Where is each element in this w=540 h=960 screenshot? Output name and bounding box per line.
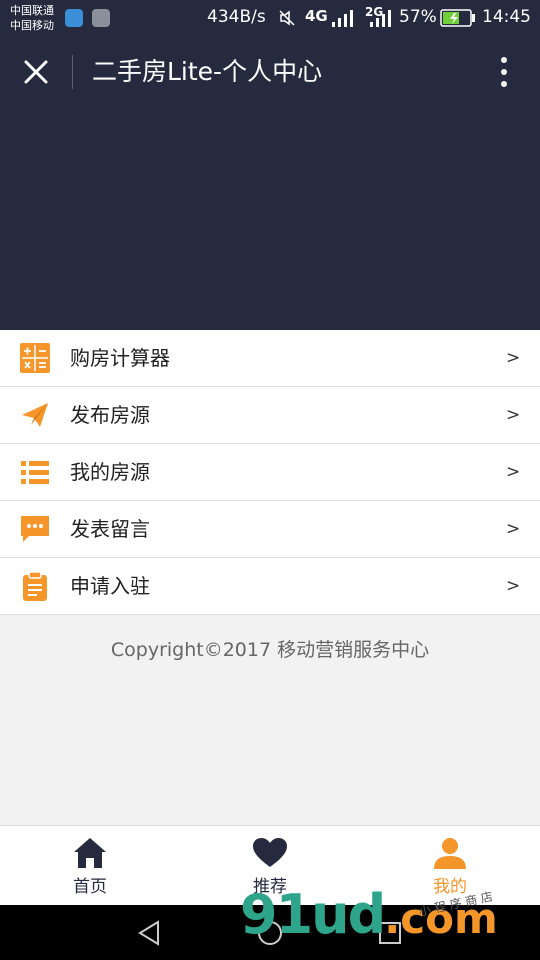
menu-item-label: 发布房源 [70, 403, 150, 427]
status-bar: 中国联通 中国移动 434B/s 4G 2G 57% 14:45 [0, 0, 540, 36]
menu-item-label: 申请入驻 [70, 574, 150, 598]
menu-item-apply-join[interactable]: 申请入驻 > [0, 558, 540, 615]
tab-home[interactable]: 首页 [0, 826, 180, 906]
profile-header [0, 108, 540, 330]
chevron-right-icon: > [506, 519, 521, 539]
clock: 14:45 [482, 7, 531, 27]
title-divider [72, 55, 73, 89]
mute-icon [279, 10, 295, 26]
chevron-right-icon: > [506, 462, 521, 482]
paper-plane-icon [22, 403, 48, 427]
menu-item-calculator[interactable]: 购房计算器 > [0, 330, 540, 387]
clipboard-icon [23, 571, 47, 601]
title-bar: 二手房Lite-个人中心 [0, 36, 540, 108]
menu-list: 购房计算器 > 发布房源 > 我的房源 > 发表留言 > 申请入驻 > [0, 330, 540, 615]
image-notification-icon [92, 9, 110, 27]
browser-notification-icon [65, 9, 83, 27]
battery-icon [440, 9, 475, 27]
close-icon[interactable] [18, 54, 54, 90]
menu-item-label: 发表留言 [70, 517, 150, 541]
menu-item-label: 购房计算器 [70, 346, 170, 370]
signal-1-icon [332, 10, 353, 27]
user-icon [434, 838, 466, 869]
menu-item-post-message[interactable]: 发表留言 > [0, 501, 540, 558]
message-icon [21, 516, 49, 542]
signal-2-icon [370, 10, 391, 27]
back-icon[interactable] [136, 919, 164, 947]
copyright-text: Copyright©2017 移动营销服务中心 [110, 639, 430, 661]
chevron-right-icon: > [506, 348, 521, 368]
more-options-icon[interactable] [494, 54, 514, 90]
chevron-right-icon: > [506, 405, 521, 425]
carrier-2: 中国移动 [10, 19, 54, 32]
watermark-text: 91ud [240, 883, 386, 946]
carrier-1: 中国联通 [10, 4, 54, 17]
chevron-right-icon: > [506, 576, 521, 596]
menu-item-label: 我的房源 [70, 460, 150, 484]
carrier-info: 中国联通 中国移动 [10, 3, 54, 33]
network-speed: 434B/s [207, 7, 266, 27]
calculator-icon [20, 343, 50, 373]
page-title: 二手房Lite-个人中心 [92, 57, 323, 86]
home-icon [74, 838, 106, 868]
heart-icon [253, 838, 287, 867]
network-type-1: 4G [305, 7, 328, 25]
menu-item-publish-listing[interactable]: 发布房源 > [0, 387, 540, 444]
list-icon [21, 461, 49, 484]
menu-item-my-listings[interactable]: 我的房源 > [0, 444, 540, 501]
tab-label: 首页 [73, 877, 107, 897]
battery-percent: 57% [399, 7, 437, 27]
